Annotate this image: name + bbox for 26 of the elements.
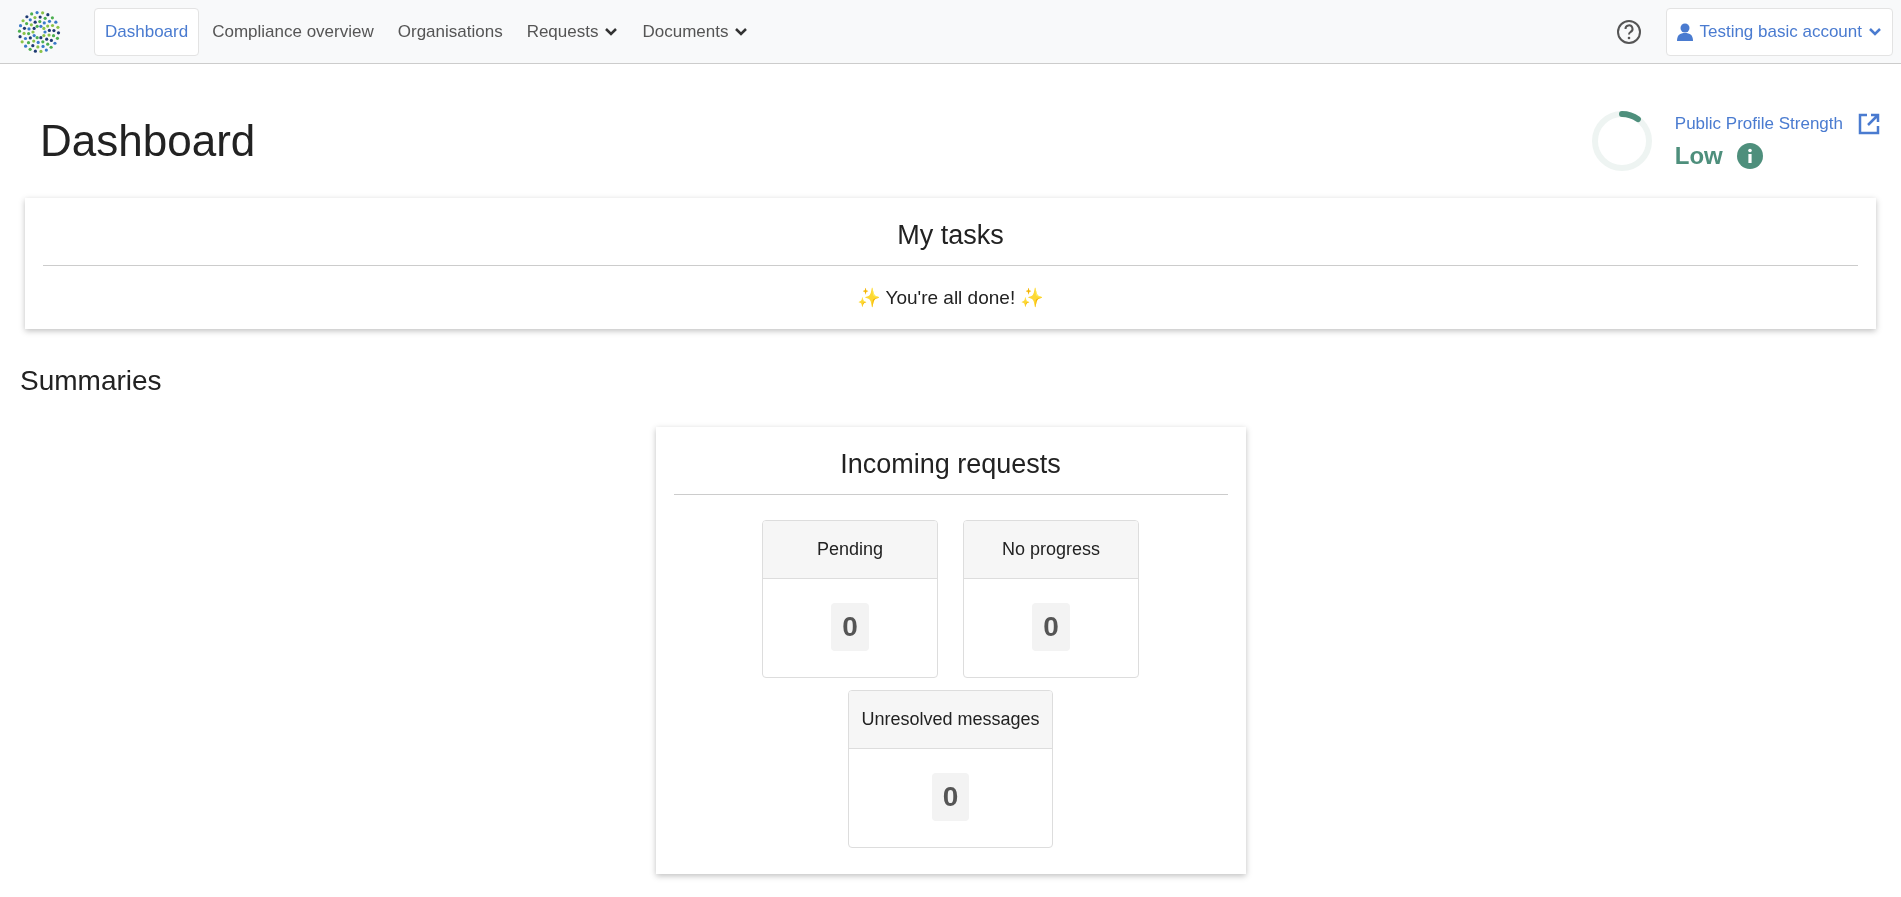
tasks-message: ✨ You're all done! ✨ [855,286,1046,309]
chevron-down-icon [734,26,749,37]
user-icon [1677,22,1694,41]
nav-tab[interactable]: Dashboard [94,7,200,56]
count-badge: 0 [1032,603,1070,651]
tile-label: Unresolved messages [849,691,1052,749]
section-title: Summaries [20,365,163,397]
nav-tab[interactable]: Organisations [386,7,514,56]
tile-label: Pending [763,521,937,579]
chevron-down-icon [1868,26,1882,37]
card-title: My tasks [896,219,1005,252]
account-button[interactable]: Testing basic account [1666,7,1893,56]
tile-label: No progress [964,521,1138,579]
profile-strength-link[interactable]: Public Profile Strength [1674,114,1843,134]
count-badge: 0 [831,603,869,651]
chevron-down-icon [604,26,619,37]
count-badge: 0 [931,773,970,821]
help-icon[interactable] [1616,18,1643,45]
nav-tab[interactable]: Requests [515,7,630,56]
page-title: Dashboard [40,116,256,166]
external-link-icon[interactable] [1857,112,1881,136]
strength-rating: Low [1674,142,1723,170]
info-icon[interactable] [1736,143,1763,169]
card-title: Incoming requests [839,448,1062,481]
nav-tab[interactable]: Documents [631,7,760,56]
nav-tab[interactable]: Compliance overview [201,7,385,56]
